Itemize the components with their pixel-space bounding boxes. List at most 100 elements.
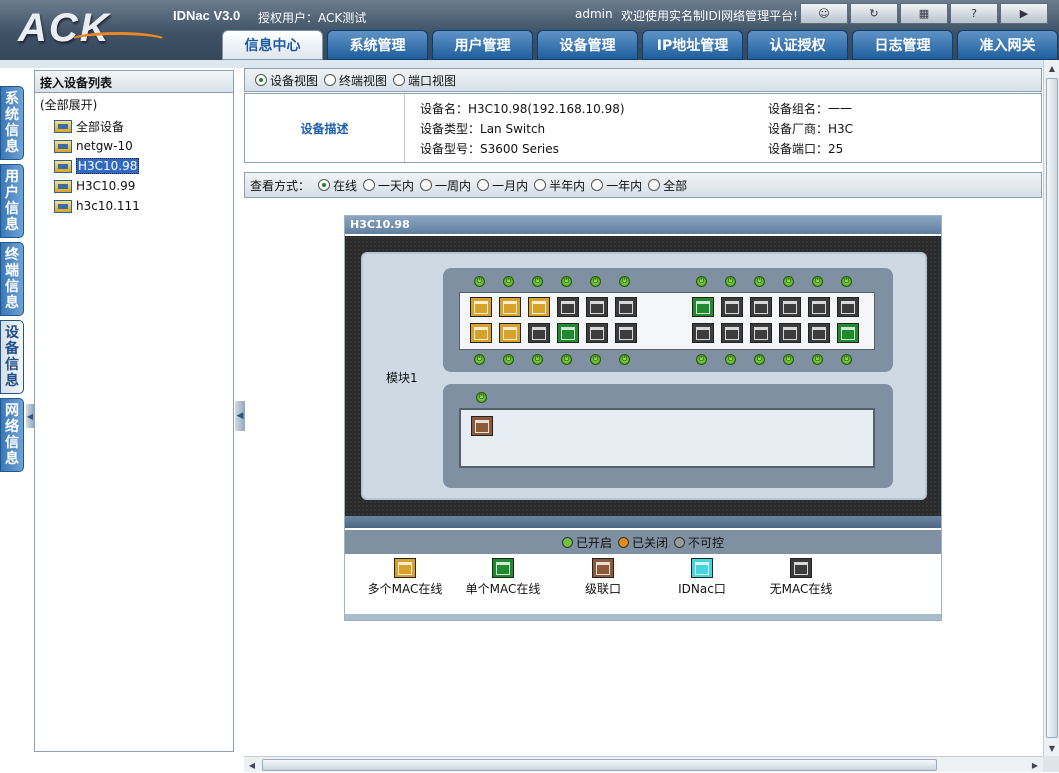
port-legend-icon — [592, 558, 614, 578]
radio-icon[interactable] — [534, 179, 547, 191]
power-led-icon: ⏻ — [841, 276, 852, 287]
vtab-0[interactable]: 系统信息 — [0, 86, 24, 160]
tab-3[interactable]: 设备管理 — [537, 30, 638, 60]
switch-port[interactable] — [808, 323, 830, 343]
radio-icon[interactable] — [363, 179, 376, 191]
radio-icon[interactable] — [324, 74, 337, 86]
switch-port[interactable] — [615, 323, 637, 343]
radio-icon[interactable] — [420, 179, 433, 191]
vertical-scrollbar[interactable]: ▲ ▼ — [1043, 60, 1059, 756]
switch-port[interactable] — [808, 297, 830, 317]
switch-port[interactable] — [779, 323, 801, 343]
scroll-down-icon[interactable]: ▼ — [1044, 740, 1059, 756]
scroll-right-icon[interactable]: ▶ — [1027, 757, 1043, 773]
scroll-up-icon[interactable]: ▲ — [1044, 60, 1059, 76]
switch-port[interactable] — [692, 323, 714, 343]
tree-item[interactable]: H3C10.99 — [35, 176, 233, 196]
switch-port[interactable] — [750, 297, 772, 317]
device-name-row: 设备名：H3C10.98(192.168.10.98) — [420, 100, 625, 117]
tab-7[interactable]: 准入网关 — [957, 30, 1058, 60]
toolbar: ☺ ↻ ▦ ? ▶ — [800, 3, 1048, 24]
vertical-scroll-thumb[interactable] — [1046, 78, 1058, 738]
query-option-4[interactable]: 半年内 — [534, 177, 585, 194]
welcome-text: 欢迎使用实名制IDl网络管理平台! — [621, 9, 798, 23]
query-option-6[interactable]: 全部 — [648, 177, 687, 194]
tab-6[interactable]: 日志管理 — [852, 30, 953, 60]
device-list-panel: 接入设备列表 (全部展开) 全部设备 netgw-10 H3C10.98 H3C10.… — [34, 70, 234, 752]
radio-icon[interactable] — [477, 179, 490, 191]
tree-item-label[interactable]: 全部设备 — [76, 118, 124, 135]
view-option-2[interactable]: 端口视图 — [393, 72, 456, 89]
switch-port[interactable] — [528, 297, 550, 317]
switch-port[interactable] — [692, 297, 714, 317]
radio-icon[interactable] — [393, 74, 406, 86]
tree-item[interactable]: H3C10.98 — [35, 156, 233, 176]
power-led-icon: ⏻ — [474, 354, 485, 365]
query-option-0[interactable]: 在线 — [318, 177, 357, 194]
tree-item-label[interactable]: H3C10.99 — [76, 179, 135, 193]
tab-2[interactable]: 用户管理 — [432, 30, 533, 60]
device-model-row: 设备型号：S3600 Series — [420, 140, 559, 157]
vtab-2[interactable]: 终端信息 — [0, 242, 24, 316]
calculator-icon[interactable]: ▦ — [900, 3, 948, 24]
query-option-2[interactable]: 一周内 — [420, 177, 471, 194]
switch-port[interactable] — [499, 323, 521, 343]
radio-icon[interactable] — [255, 74, 267, 86]
collapse-side-icon[interactable]: ◀ — [26, 404, 34, 428]
tree-item[interactable]: netgw-10 — [35, 136, 233, 156]
device-group-value: 一一 — [828, 102, 853, 116]
tree-item-label[interactable]: h3c10.111 — [76, 199, 140, 213]
exit-icon[interactable]: ▶ — [1000, 3, 1048, 24]
tab-5[interactable]: 认证授权 — [747, 30, 848, 60]
switch-port[interactable] — [721, 323, 743, 343]
switch-icon — [54, 199, 72, 213]
port-legend-icon — [691, 558, 713, 578]
switch-port[interactable] — [779, 297, 801, 317]
switch-port[interactable] — [471, 416, 493, 436]
switch-port[interactable] — [499, 297, 521, 317]
auth-user-label: 授权用户：ACK测试 — [258, 11, 367, 25]
query-option-1[interactable]: 一天内 — [363, 177, 414, 194]
tab-1[interactable]: 系统管理 — [327, 30, 428, 60]
switch-port[interactable] — [470, 297, 492, 317]
horizontal-scrollbar[interactable]: ◀ ▶ — [244, 756, 1043, 772]
switch-port[interactable] — [557, 323, 579, 343]
tab-4[interactable]: IP地址管理 — [642, 30, 743, 60]
query-option-5[interactable]: 一年内 — [591, 177, 642, 194]
tab-0[interactable]: 信息中心 — [222, 30, 323, 60]
port-legend-icon — [492, 558, 514, 578]
switch-port[interactable] — [557, 297, 579, 317]
tree-item[interactable]: 全部设备 — [35, 116, 233, 136]
switch-port[interactable] — [528, 323, 550, 343]
tree-item[interactable]: h3c10.111 — [35, 196, 233, 216]
help-icon[interactable]: ? — [950, 3, 998, 24]
vtab-1[interactable]: 用户信息 — [0, 164, 24, 238]
vtab-4[interactable]: 网络信息 — [0, 398, 24, 472]
view-option-0[interactable]: 设备视图 — [255, 72, 318, 89]
tree-item-label[interactable]: netgw-10 — [76, 139, 133, 153]
switch-port[interactable] — [586, 323, 608, 343]
scroll-left-icon[interactable]: ◀ — [244, 757, 260, 773]
port-legend-icon — [394, 558, 416, 578]
collapse-panel-icon[interactable]: ◀ — [235, 401, 245, 431]
tree-item-label[interactable]: H3C10.98 — [76, 158, 140, 174]
switch-port[interactable] — [470, 323, 492, 343]
radio-icon[interactable] — [648, 179, 661, 191]
vtab-3[interactable]: 设备信息 — [0, 320, 24, 394]
radio-icon[interactable] — [318, 179, 331, 191]
query-option-3[interactable]: 一月内 — [477, 177, 528, 194]
switch-port[interactable] — [586, 297, 608, 317]
switch-port[interactable] — [721, 297, 743, 317]
user-icon[interactable]: ☺ — [800, 3, 848, 24]
switch-port[interactable] — [837, 297, 859, 317]
expand-all-link[interactable]: (全部展开) — [35, 93, 233, 116]
refresh-icon[interactable]: ↻ — [850, 3, 898, 24]
switch-port[interactable] — [615, 297, 637, 317]
scroll-corner — [1043, 756, 1059, 772]
device-vendor-row: 设备厂商：H3C — [768, 120, 853, 137]
switch-port[interactable] — [750, 323, 772, 343]
switch-port[interactable] — [837, 323, 859, 343]
view-option-1[interactable]: 终端视图 — [324, 72, 387, 89]
horizontal-scroll-thumb[interactable] — [262, 759, 937, 771]
radio-icon[interactable] — [591, 179, 604, 191]
